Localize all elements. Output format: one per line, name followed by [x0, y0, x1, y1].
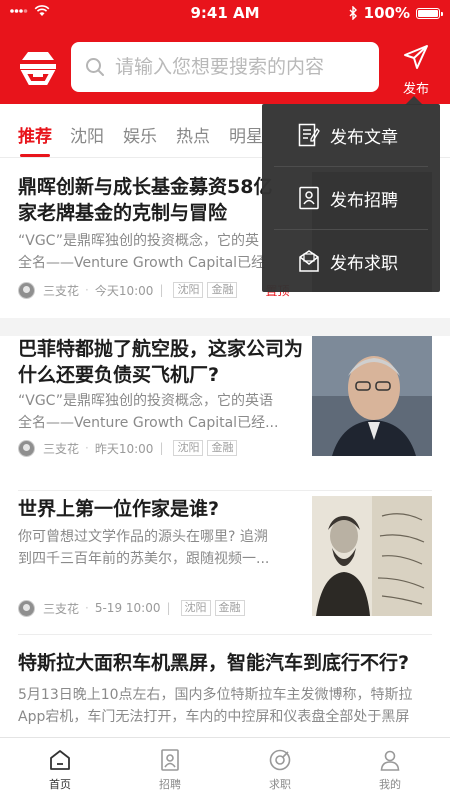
nav-recruit[interactable]: 招聘 [140, 748, 200, 792]
tab-celebrity[interactable]: 明星 [229, 122, 263, 147]
article-title-line: 什么还要负债买飞机厂? [18, 364, 220, 386]
article-item[interactable]: 特斯拉大面积车机黑屏，智能汽车到底行不行? 5月13日晚上10点左右，国内多位特… [0, 650, 450, 736]
publish-menu: 发布文章 发布招聘 发布求职 [262, 104, 440, 292]
article-desc-line: “VGC”是鼎晖独创的投资概念，它的英语 [18, 393, 273, 409]
search-input[interactable] [115, 56, 365, 78]
battery-percent: 100% [363, 4, 410, 22]
tab-shenyang[interactable]: 沈阳 [70, 122, 104, 147]
app-logo-icon[interactable] [18, 48, 58, 86]
recruit-icon [299, 186, 319, 210]
tab-entertainment[interactable]: 娱乐 [123, 122, 157, 147]
article-desc-line: 全名——Venture Growth Capital已经 [18, 255, 266, 271]
search-box[interactable] [71, 42, 379, 92]
article-tag[interactable]: 沈阳 [173, 282, 204, 298]
article-time: 今天10:00 [94, 283, 154, 298]
nav-label: 首页 [49, 778, 71, 791]
article-desc-line: “VGC”是鼎晖独创的投资概念，它的英 [18, 233, 259, 249]
article-meta: 三支花 · 今天10:00 | 沈阳 金融 置顶 [18, 280, 290, 300]
tab-hot[interactable]: 热点 [176, 122, 210, 147]
meta-dot: · [85, 601, 89, 615]
article-title-line: 世界上第一位作家是谁? [18, 498, 220, 520]
article-icon [298, 123, 320, 147]
article-desc-line: 5月13日晚上10点左右，国内多位特斯拉车主发微博称，特斯拉 [18, 687, 413, 703]
meta-dot: · [85, 283, 89, 297]
article-desc-line: 到四千三百年前的苏美尔，跟随视频一... [18, 551, 270, 567]
tab-recommend[interactable]: 推荐 [18, 122, 52, 147]
menu-item-label: 发布文章 [330, 127, 398, 148]
paper-plane-icon [404, 45, 428, 69]
article-divider [18, 490, 432, 491]
article-tag[interactable]: 金融 [214, 600, 245, 616]
meta-divider: | [159, 283, 164, 297]
article-thumbnail [312, 336, 432, 456]
article-desc-line: App宕机，车门无法打开，车内的中控屏和仪表盘全部处于黑屏 [18, 709, 410, 725]
menu-item-publish-recruit[interactable]: 发布招聘 [262, 167, 440, 229]
article-item[interactable]: 世界上第一位作家是谁? 你可曾想过文学作品的源头在哪里? 追溯 到四千三百年前的… [0, 496, 450, 632]
nav-profile[interactable]: 我的 [360, 748, 420, 792]
publish-label: 发布 [402, 82, 429, 97]
article-tag[interactable]: 沈阳 [173, 440, 204, 456]
recruit-icon [161, 749, 179, 771]
status-bar: 9:41 AM 100% [0, 0, 450, 28]
profile-icon [380, 750, 400, 771]
article-tag[interactable]: 金融 [207, 282, 238, 298]
header-bar: 9:41 AM 100% 请输入您想要搜索的内容 发布 [0, 0, 450, 104]
nav-job-seek[interactable]: 求职 [250, 748, 310, 792]
article-time: 5-19 10:00 [94, 601, 161, 615]
home-icon [50, 750, 70, 770]
article-desc-line: 你可曾想过文学作品的源头在哪里? 追溯 [18, 529, 268, 545]
nav-home[interactable]: 首页 [30, 748, 90, 792]
article-meta: 三支花 · 昨天10:00 | 沈阳 金融 [18, 438, 238, 458]
author-avatar [18, 599, 35, 617]
menu-item-label: 发布招聘 [330, 190, 398, 211]
article-time: 昨天10:00 [94, 441, 154, 456]
search-icon [86, 58, 104, 76]
publish-button[interactable]: 发布 [394, 44, 438, 97]
nav-label: 求职 [269, 778, 291, 791]
article-title-line: 鼎晖创新与成长基金募资58亿 [18, 176, 273, 198]
meta-divider: | [166, 601, 171, 615]
author-avatar [18, 281, 35, 299]
author-name: 三支花 [43, 441, 80, 456]
menu-item-label: 发布求职 [330, 253, 398, 274]
article-tag[interactable]: 沈阳 [180, 600, 211, 616]
article-item[interactable]: 巴菲特都抛了航空股，这家公司为 什么还要负债买飞机厂? “VGC”是鼎晖独创的投… [0, 336, 450, 488]
job-seek-icon [299, 250, 319, 272]
article-title-line: 巴菲特都抛了航空股，这家公司为 [18, 338, 304, 360]
job-seek-icon [269, 749, 291, 771]
article-meta: 三支花 · 5-19 10:00 | 沈阳 金融 [18, 598, 245, 618]
article-desc-line: 全名——Venture Growth Capital已经... [18, 415, 279, 431]
battery-icon [416, 7, 443, 19]
status-right: 100% [349, 4, 443, 22]
article-tag[interactable]: 金融 [207, 440, 238, 456]
meta-divider: | [159, 441, 164, 455]
bottom-nav: 首页 招聘 求职 我的 [0, 737, 450, 800]
menu-item-publish-job-seek[interactable]: 发布求职 [262, 230, 440, 292]
author-avatar [18, 439, 35, 457]
bluetooth-icon [349, 6, 357, 20]
menu-item-publish-article[interactable]: 发布文章 [262, 104, 440, 166]
author-name: 三支花 [43, 601, 80, 616]
nav-label: 我的 [379, 778, 401, 791]
app-screen: 9:41 AM 100% 请输入您想要搜索的内容 发布 推荐 沈阳 娱乐 热点 … [0, 0, 450, 800]
nav-label: 招聘 [159, 778, 181, 791]
article-title-line: 特斯拉大面积车机黑屏，智能汽车到底行不行? [18, 652, 410, 674]
author-name: 三支花 [43, 283, 80, 298]
article-thumbnail [312, 496, 432, 616]
article-divider [18, 634, 432, 635]
article-title-line: 家老牌基金的克制与冒险 [18, 202, 228, 224]
section-gap [0, 318, 450, 336]
meta-dot: · [85, 441, 89, 455]
